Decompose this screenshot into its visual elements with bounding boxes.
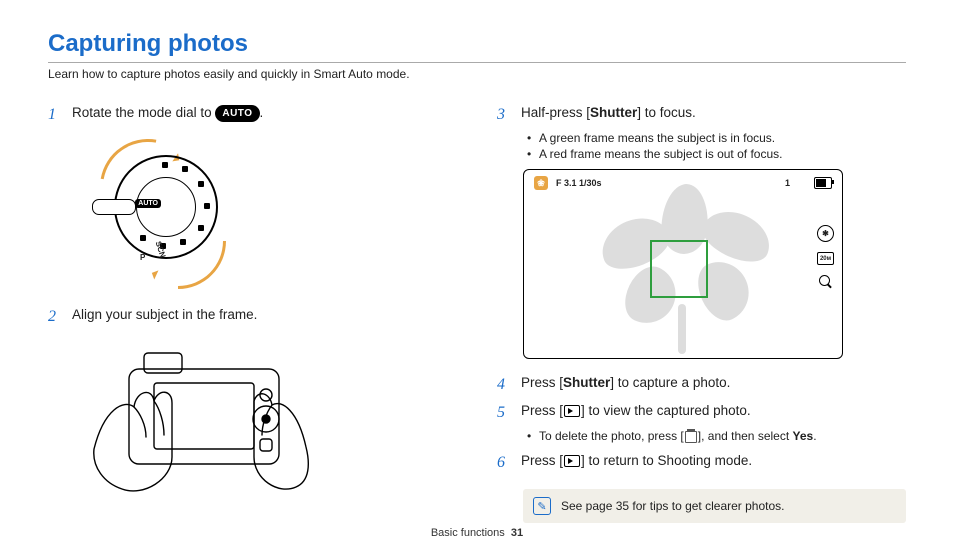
dial-auto-label: AUTO	[135, 199, 161, 208]
step-3-pre: Half-press [	[521, 105, 590, 120]
bullet-delete: To delete the photo, press [ ], and then …	[527, 429, 906, 443]
step-text: Rotate the mode dial to AUTO.	[72, 103, 263, 127]
step-5-sub-post: .	[813, 429, 816, 443]
yes-bold: Yes	[793, 429, 814, 443]
left-column: 1 Rotate the mode dial to AUTO.	[48, 99, 457, 527]
step-6-pre: Press [	[521, 453, 563, 468]
shutter-bold: Shutter	[563, 375, 610, 390]
step-3-post: ] to focus.	[637, 105, 696, 120]
step-5: 5 Press [ ] to view the captured photo.	[497, 401, 906, 425]
trash-icon	[685, 431, 697, 443]
two-column-layout: 1 Rotate the mode dial to AUTO.	[48, 99, 906, 527]
page-subtitle: Learn how to capture photos easily and q…	[48, 67, 906, 81]
step-text: Press [ ] to view the captured photo.	[521, 401, 751, 425]
step-1-post: .	[260, 105, 264, 120]
step-number: 6	[497, 451, 511, 475]
battery-icon	[814, 177, 832, 189]
step-number: 4	[497, 373, 511, 397]
footer-page-number: 31	[511, 527, 523, 539]
auto-badge-icon: AUTO	[215, 105, 259, 122]
step-3: 3 Half-press [Shutter] to focus.	[497, 103, 906, 127]
step-6: 6 Press [ ] to return to Shooting mode.	[497, 451, 906, 475]
page-title: Capturing photos	[48, 30, 906, 58]
manual-page: Capturing photos Learn how to capture ph…	[0, 0, 954, 557]
image-size-icon: 20м	[817, 252, 834, 265]
step-5-sub-pre: To delete the photo, press [	[539, 429, 684, 443]
focus-frame-icon	[650, 240, 708, 298]
dial-pointer-icon: AUTO	[92, 199, 136, 215]
step-5-bullets: To delete the photo, press [ ], and then …	[527, 429, 906, 443]
step-text: Half-press [Shutter] to focus.	[521, 103, 696, 127]
step-number: 5	[497, 401, 511, 425]
playback-button-icon	[564, 405, 580, 417]
camera-hold-figure	[74, 339, 324, 509]
camera-illustration-icon	[74, 339, 324, 509]
tip-note: ✎ See page 35 for tips to get clearer ph…	[523, 489, 906, 523]
step-number: 3	[497, 103, 511, 127]
title-rule	[48, 62, 906, 63]
osd-right-icons: ✱ 20м	[817, 225, 834, 289]
note-text: See page 35 for tips to get clearer phot…	[561, 499, 784, 513]
footer-section: Basic functions	[431, 527, 505, 539]
step-4-pre: Press [	[521, 375, 563, 390]
step-1: 1 Rotate the mode dial to AUTO.	[48, 103, 457, 127]
macro-mode-icon: ❀	[534, 176, 548, 190]
zoom-magnifier-icon	[819, 275, 833, 289]
step-5-pre: Press [	[521, 403, 563, 418]
flash-mode-icon: ✱	[817, 225, 834, 242]
step-text: Press [Shutter] to capture a photo.	[521, 373, 730, 397]
dial-mode-label: P	[140, 253, 145, 262]
right-column: 3 Half-press [Shutter] to focus. A green…	[497, 99, 906, 527]
step-text: Press [ ] to return to Shooting mode.	[521, 451, 752, 475]
step-5-sub-mid: ], and then select	[698, 429, 793, 443]
bullet-red-frame: A red frame means the subject is out of …	[527, 147, 906, 161]
note-icon: ✎	[533, 497, 551, 515]
bullet-green-frame: A green frame means the subject is in fo…	[527, 131, 906, 145]
step-2: 2 Align your subject in the frame.	[48, 305, 457, 329]
step-4: 4 Press [Shutter] to capture a photo.	[497, 373, 906, 397]
lcd-preview-figure: ❀ F 3.1 1/30s 1 ✱	[523, 169, 843, 359]
flower-stem-icon	[678, 304, 686, 354]
playback-button-icon	[564, 455, 580, 467]
step-1-pre: Rotate the mode dial to	[72, 105, 215, 120]
page-footer: Basic functions 31	[0, 527, 954, 539]
shutter-bold: Shutter	[590, 105, 637, 120]
step-3-bullets: A green frame means the subject is in fo…	[527, 131, 906, 161]
mode-dial-figure: AUTO SCN P	[74, 137, 457, 287]
step-6-post: ] to return to Shooting mode.	[581, 453, 752, 468]
step-number: 1	[48, 103, 62, 127]
step-text: Align your subject in the frame.	[72, 305, 257, 329]
step-4-post: ] to capture a photo.	[610, 375, 730, 390]
step-number: 2	[48, 305, 62, 329]
step-5-post: ] to view the captured photo.	[581, 403, 751, 418]
lcd-scene	[552, 178, 808, 350]
